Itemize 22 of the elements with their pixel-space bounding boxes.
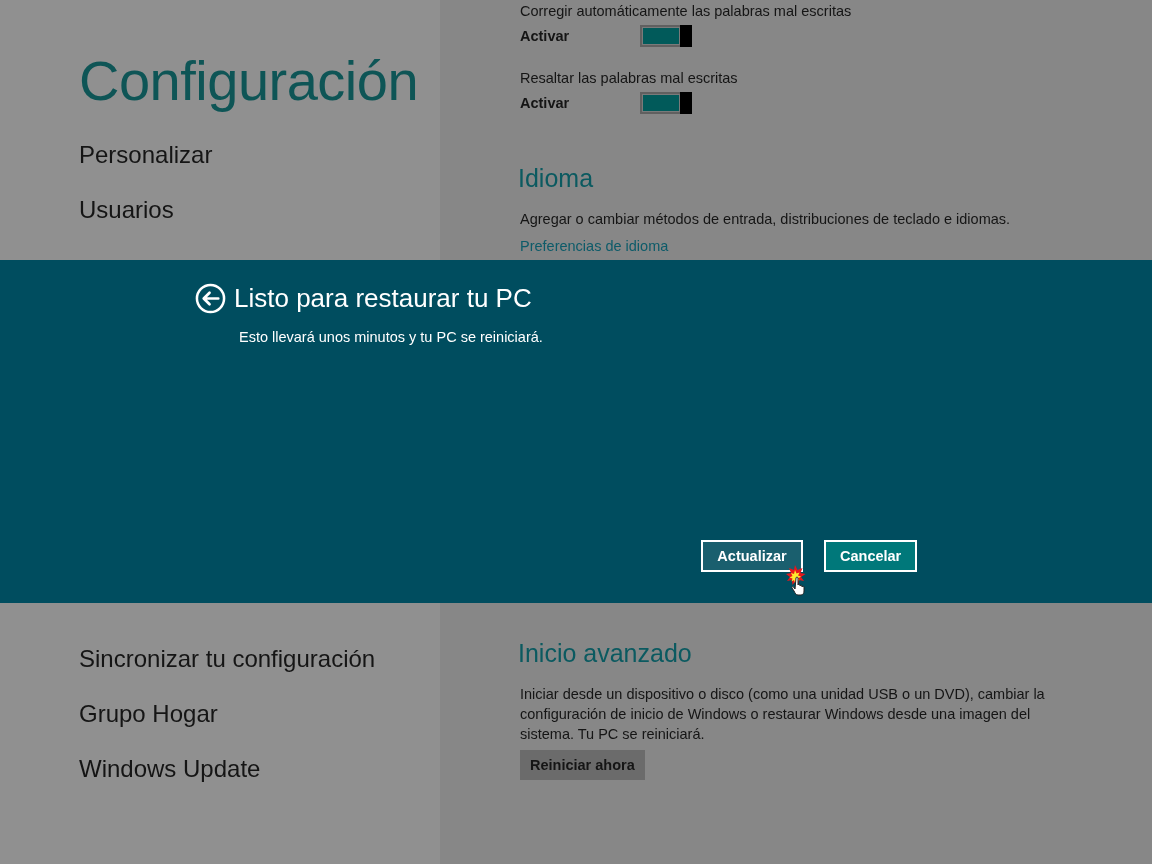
toggle-label: Activar	[520, 95, 571, 111]
nav-item[interactable]: Personalizar	[79, 141, 213, 169]
nav-item[interactable]: Sincronizar tu configuración	[79, 645, 376, 673]
toggle-switch[interactable]	[640, 25, 692, 47]
nav-item[interactable]: Usuarios	[79, 196, 174, 224]
dialog-button[interactable]: Actualizar	[701, 540, 803, 572]
setting-description: Resaltar las palabras mal escritas	[520, 69, 738, 88]
nav-item[interactable]: Grupo Hogar	[79, 700, 218, 728]
section-heading: Inicio avanzado	[518, 638, 692, 669]
toggle-switch[interactable]	[640, 92, 692, 114]
section-heading: Idioma	[518, 163, 594, 194]
back-icon[interactable]	[195, 283, 226, 314]
dialog-title: Listo para restaurar tu PC	[234, 283, 532, 314]
toggle-label: Activar	[520, 28, 571, 44]
dialog-message: Esto llevará unos minutos y tu PC se reiniciará.	[239, 329, 544, 345]
restart-button[interactable]: Reiniciar ahora	[520, 750, 645, 780]
setting-description: Corregir automáticamente las palabras mal escritas	[520, 2, 852, 21]
panel-title: Configuración	[79, 48, 420, 114]
nav-item[interactable]: Windows Update	[79, 755, 261, 783]
section-text: Agregar o cambiar métodos de entrada, distribuciones de teclado e idiomas.	[520, 210, 1011, 229]
section-text: Iniciar desde un dispositivo o disco (como una unidad USB o un DVD), cambiar la configuración de inicio de Windows o restaurar Windows desde una imagen del sistema. Tu PC se reiniciará.	[520, 685, 1046, 744]
dialog-button[interactable]: Cancelar	[824, 540, 917, 572]
